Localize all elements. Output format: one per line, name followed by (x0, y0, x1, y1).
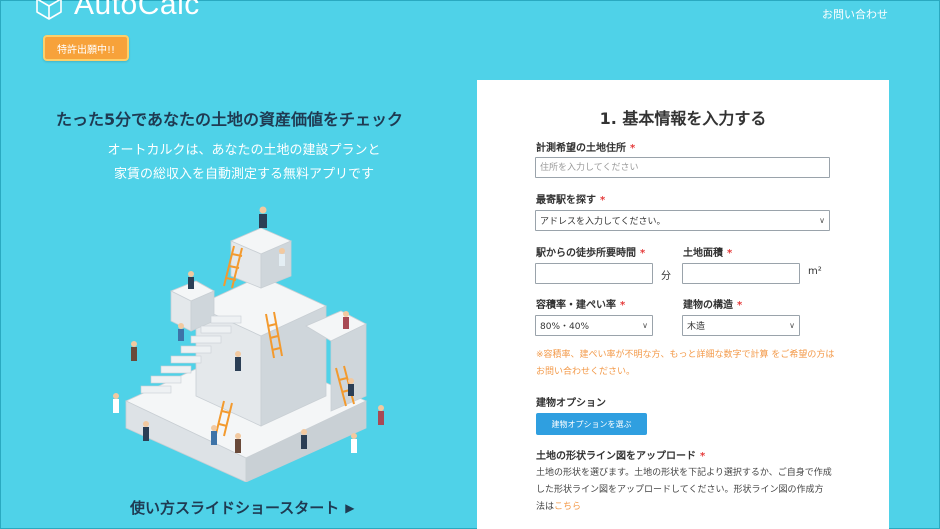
play-icon: ▶ (345, 500, 355, 515)
address-input[interactable] (535, 157, 830, 178)
structure-label: 建物の構造 * (683, 300, 743, 311)
shape-guide-link[interactable]: こちら (554, 502, 581, 512)
structure-select[interactable]: 木造 ∨ (682, 315, 800, 336)
basic-info-form-panel: 1. 基本情報を入力する 計測希望の土地住所* 最寄駅を探す* アドレスを入力し… (477, 80, 889, 529)
building-options-label: 建物オプション (536, 398, 606, 409)
ratio-label: 容積率・建ぺい率 * (536, 300, 626, 311)
patent-badge[interactable]: 特許出願中!! (43, 35, 129, 61)
ratio-select-value: 80%・40% (540, 322, 590, 332)
logo-text: AutoCalc (74, 0, 200, 21)
slideshow-start-link[interactable]: 使い方スライドショースタート ▶ (130, 497, 355, 518)
chevron-down-icon: ∨ (819, 216, 825, 225)
logo[interactable]: AutoCalc (34, 0, 200, 22)
required-mark: * (620, 300, 626, 311)
walk-time-input[interactable] (535, 263, 653, 284)
chevron-down-icon: ∨ (642, 321, 648, 330)
hero-subtext-line-2: 家賃の総収入を自動測定する無料アプリです (113, 167, 374, 182)
shape-upload-description: 土地の形状を選びます。土地の形状を下記より選択するか、ご自身で作成した形状ライン… (536, 468, 832, 512)
chevron-down-icon: ∨ (789, 321, 795, 330)
choose-building-options-button[interactable]: 建物オプションを選ぶ (536, 413, 647, 435)
form-title: 1. 基本情報を入力する (599, 109, 767, 128)
hero-subtext-line-1: オートカルクは、あなたの土地の建設プランと (107, 143, 381, 158)
station-select-value: アドレスを入力してください。 (540, 217, 666, 227)
land-area-label: 土地面積 * (683, 248, 733, 259)
walk-time-label: 駅からの徒歩所要時間 * (536, 248, 646, 259)
cube-outline-icon (36, 0, 62, 20)
required-mark: * (600, 195, 606, 206)
required-mark: * (630, 143, 636, 154)
structure-select-value: 木造 (687, 322, 706, 332)
shape-upload-label: 土地の形状ライン図をアップロード * (536, 451, 706, 462)
address-label: 計測希望の土地住所 * (536, 143, 636, 154)
land-area-input[interactable] (682, 263, 800, 284)
ratio-note: ※容積率、建ぺい率が不明な方、もっと詳細な数字で計算 をご希望の方はお問い合わせ… (536, 350, 835, 377)
station-label: 最寄駅を探す * (536, 195, 606, 206)
required-mark: * (700, 451, 706, 462)
ratio-select[interactable]: 80%・40% ∨ (535, 315, 653, 336)
station-select[interactable]: アドレスを入力してください。 ∨ (535, 210, 830, 231)
hero-headline: たった5分であなたの土地の資産価値をチェック (56, 110, 403, 129)
land-area-unit: m² (808, 266, 822, 277)
slideshow-label: 使い方スライドショースタート (130, 499, 340, 517)
required-mark: * (737, 300, 743, 311)
walk-time-unit: 分 (661, 271, 671, 282)
contact-link[interactable]: お問い合わせ (822, 6, 888, 22)
required-mark: * (727, 248, 733, 259)
people-on-blocks-illustration (113, 206, 384, 482)
required-mark: * (640, 248, 646, 259)
